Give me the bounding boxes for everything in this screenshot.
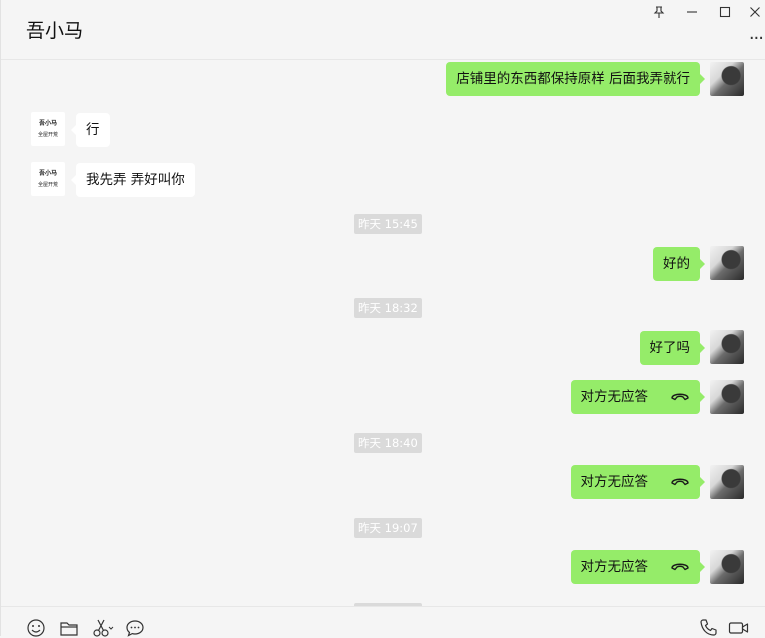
my-avatar[interactable] xyxy=(710,246,744,280)
call-record-bubble[interactable]: 对方无应答 xyxy=(570,550,705,584)
pin-icon[interactable] xyxy=(648,3,670,21)
avatar-text-name: 吾小马 xyxy=(38,120,57,127)
hangup-phone-icon xyxy=(670,391,690,401)
call-record-bubble[interactable]: 对方无应答 xyxy=(570,380,705,414)
message-list[interactable]: 店铺里的东西都保持原样 后面我弄就行 吾小马 全屋开荒 行 吾小马 全屋开荒 我… xyxy=(1,60,765,606)
my-avatar[interactable] xyxy=(710,550,744,584)
contact-avatar[interactable]: 吾小马 全屋开荒 xyxy=(31,162,65,196)
avatar-text-name: 吾小马 xyxy=(38,170,57,177)
minimize-icon[interactable] xyxy=(681,3,703,21)
my-avatar[interactable] xyxy=(710,330,744,364)
video-icon[interactable] xyxy=(728,618,749,638)
close-icon[interactable] xyxy=(744,3,765,21)
call-status-text: 对方无应答 xyxy=(580,389,649,405)
message-bubble-sent[interactable]: 好了吗 xyxy=(639,331,705,365)
my-avatar[interactable] xyxy=(710,465,744,499)
input-toolbar xyxy=(1,606,765,638)
folder-icon[interactable] xyxy=(59,618,79,638)
message-bubble-received[interactable]: 行 xyxy=(71,113,110,147)
contact-avatar[interactable]: 吾小马 全屋开荒 xyxy=(31,112,65,146)
message-bubble-sent[interactable]: 店铺里的东西都保持原样 后面我弄就行 xyxy=(446,62,705,96)
my-avatar[interactable] xyxy=(710,380,744,414)
time-divider: 昨天 18:32 xyxy=(354,298,422,318)
message-bubble-received[interactable]: 我先弄 弄好叫你 xyxy=(71,163,195,197)
more-icon[interactable]: ··· xyxy=(749,28,764,49)
phone-icon[interactable] xyxy=(699,618,719,638)
call-record-bubble[interactable]: 对方无应答 xyxy=(570,465,705,499)
chat-history-icon[interactable] xyxy=(125,618,145,638)
emoji-icon[interactable] xyxy=(26,618,46,638)
maximize-icon[interactable] xyxy=(714,3,736,21)
time-divider: 昨天 19:07 xyxy=(354,518,422,538)
message-bubble-sent[interactable]: 好的 xyxy=(653,247,705,281)
hangup-phone-icon xyxy=(670,561,690,571)
call-status-text: 对方无应答 xyxy=(580,474,649,490)
avatar-text-sub: 全屋开荒 xyxy=(37,132,58,138)
scissors-icon[interactable] xyxy=(92,618,114,638)
time-divider: 昨天 15:45 xyxy=(354,214,422,234)
avatar-text-sub: 全屋开荒 xyxy=(37,182,58,188)
my-avatar[interactable] xyxy=(710,62,744,96)
time-divider: 昨天 18:40 xyxy=(354,433,422,453)
call-status-text: 对方无应答 xyxy=(580,559,649,575)
hangup-phone-icon xyxy=(670,476,690,486)
chat-header: 吾小马 ··· xyxy=(1,0,765,60)
chat-title: 吾小马 xyxy=(26,20,84,42)
